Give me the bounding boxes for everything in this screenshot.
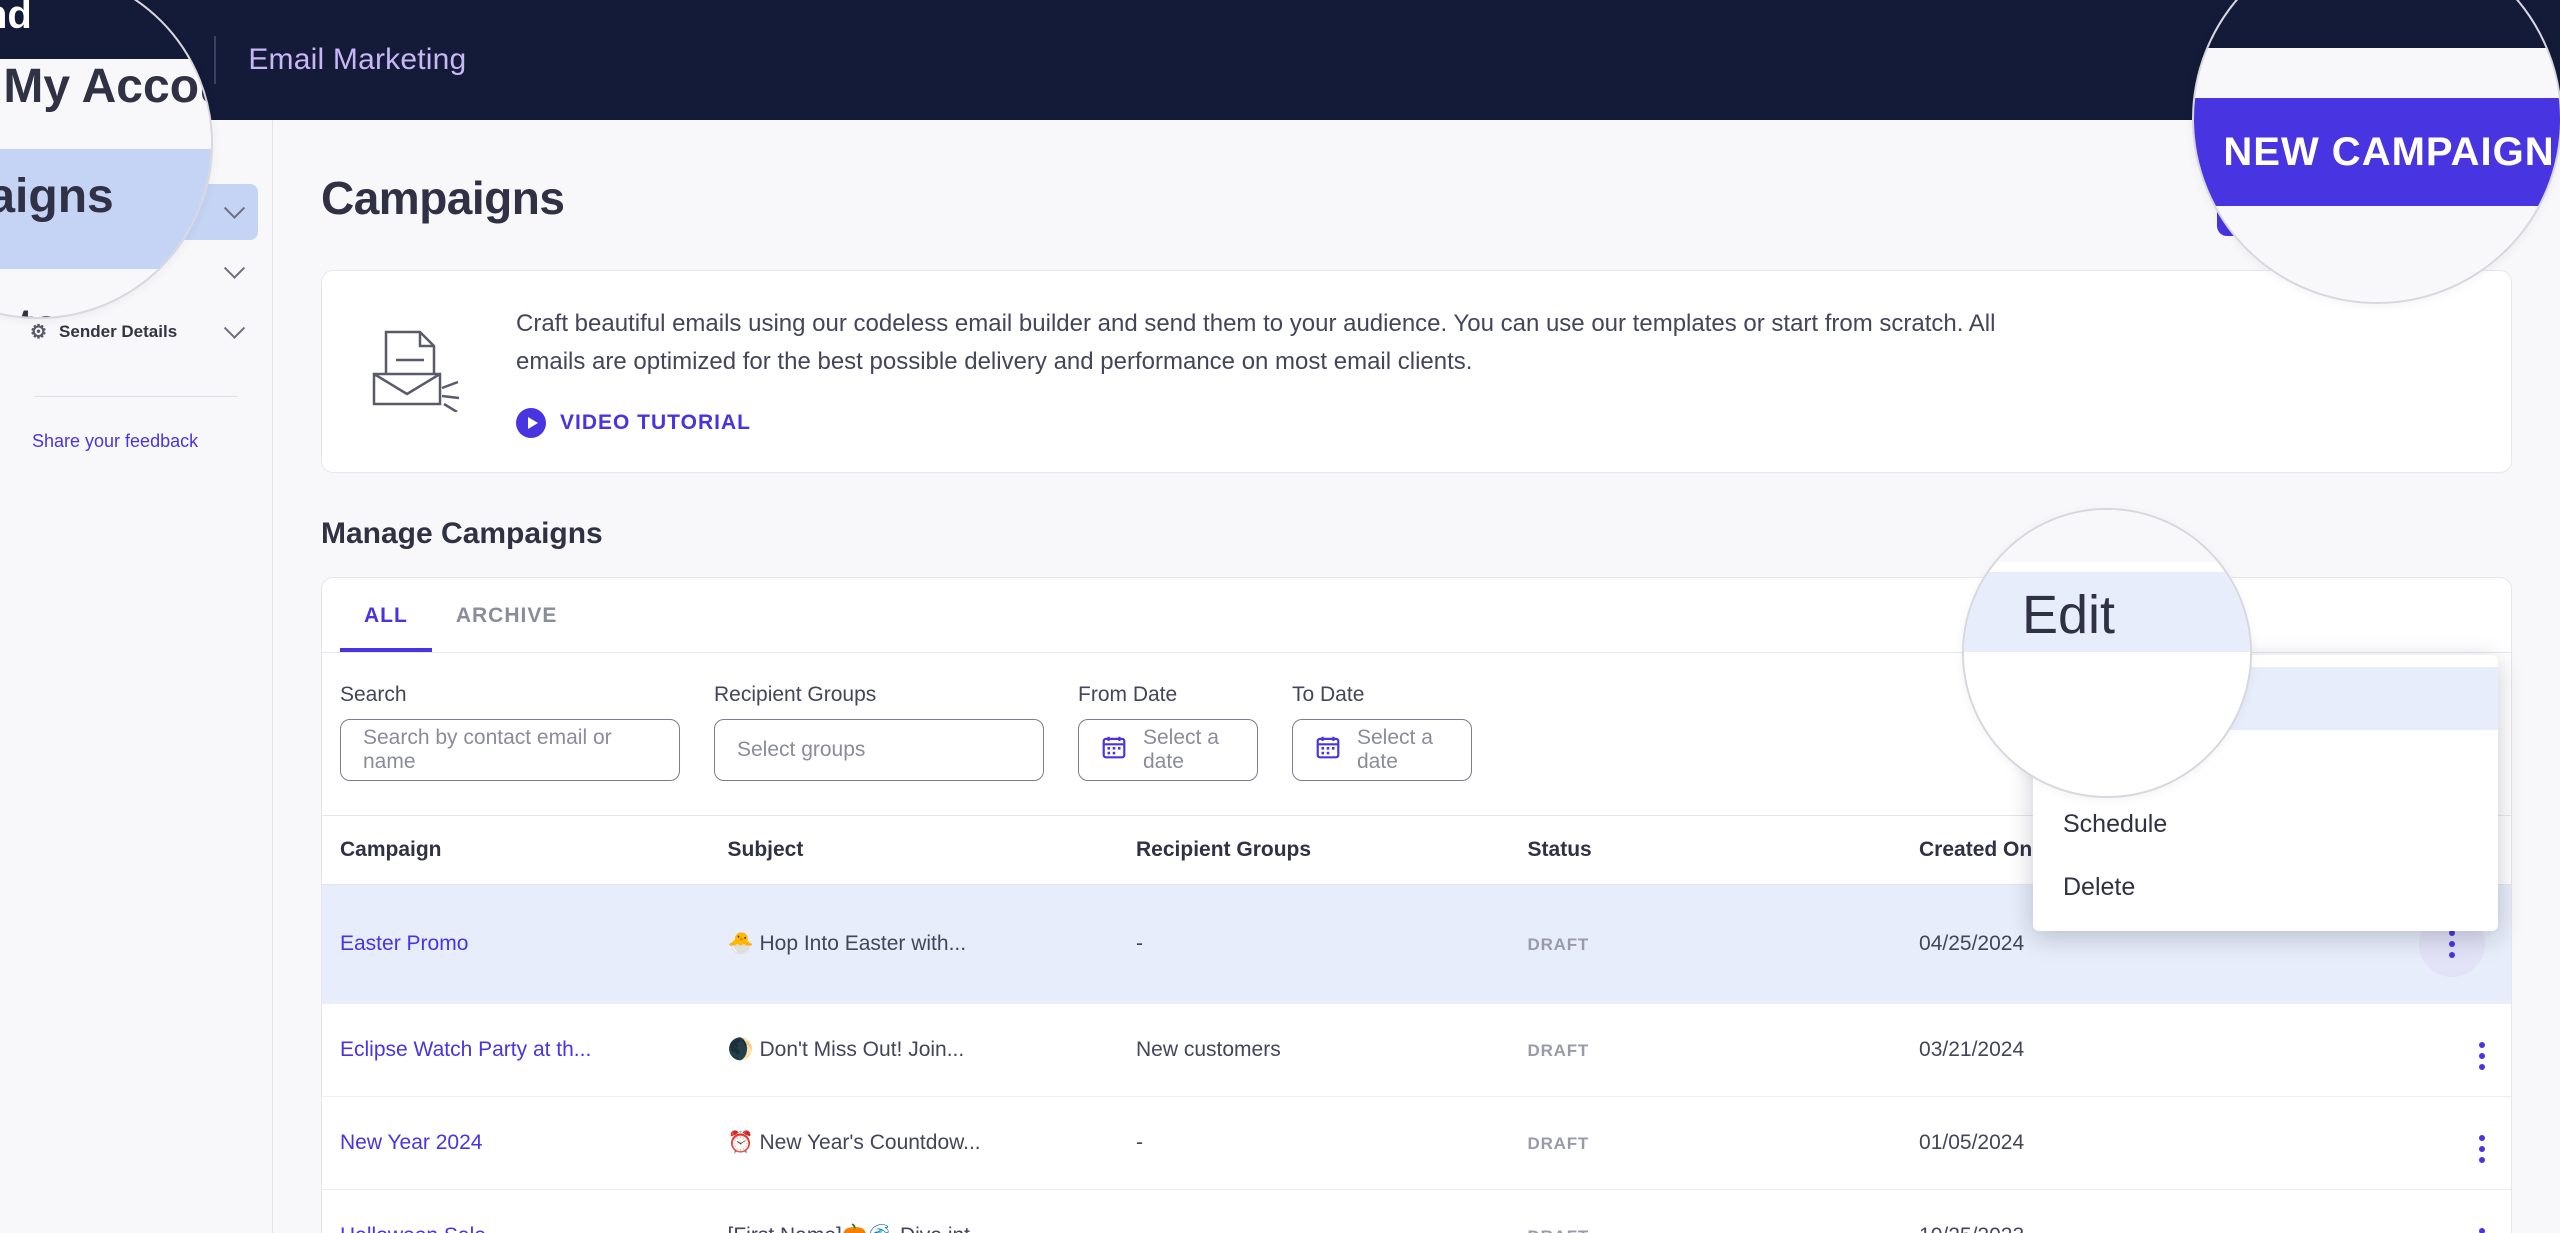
cell-status: DRAFT	[1513, 1189, 1906, 1233]
row-actions-button[interactable]	[2479, 1041, 2485, 1070]
lens-contacts-text: Contacts	[0, 299, 60, 317]
cell-subject: [First Name]🎃🌊 Dive int...	[713, 1189, 1123, 1233]
info-card: Craft beautiful emails using our codeles…	[321, 270, 2512, 473]
lens-account-link-text: Go To My Account	[0, 60, 211, 113]
tab-archive[interactable]: ARCHIVE	[432, 578, 582, 652]
row-actions-button[interactable]	[2479, 1134, 2485, 1163]
lens-menu-top-bg	[1964, 510, 2250, 562]
th-recipient-groups[interactable]: Recipient Groups	[1122, 814, 1514, 885]
cell-subject: 🐣 Hop Into Easter with...	[713, 884, 1123, 1004]
lens-topbar-bg	[0, 0, 211, 59]
cell-subject: 🌒 Don't Miss Out! Join...	[713, 1003, 1123, 1097]
email-builder-icon	[366, 326, 462, 417]
cell-created-on: 10/25/2023	[1905, 1189, 2331, 1233]
cell-campaign[interactable]: New Year 2024	[322, 1096, 714, 1190]
th-subject[interactable]: Subject	[713, 814, 1123, 885]
cell-recipient-groups: -	[1122, 884, 1514, 1004]
cell-recipient-groups: -	[1122, 1096, 1514, 1190]
page-title: Campaigns	[321, 172, 565, 224]
menu-item-schedule[interactable]: Schedule	[2033, 793, 2498, 856]
th-status[interactable]: Status	[1513, 814, 1906, 885]
cell-status: DRAFT	[1513, 1096, 1906, 1190]
cell-campaign[interactable]: Eclipse Watch Party at th...	[322, 1003, 714, 1097]
cell-actions	[2330, 1189, 2511, 1233]
cell-campaign[interactable]: Halloween Sale	[322, 1189, 714, 1233]
tab-all[interactable]: ALL	[340, 578, 432, 652]
info-card-body: Craft beautiful emails using our codeles…	[516, 305, 1995, 438]
to-date-placeholder: Select a date	[1357, 725, 1433, 773]
to-date-field-group: To Date Select a date	[1292, 683, 1472, 781]
video-tutorial-label: VIDEO TUTORIAL	[560, 410, 751, 434]
topbar-section-label: Email Marketing	[248, 43, 467, 76]
cell-recipient-groups: New customers	[1122, 1003, 1514, 1097]
kebab-menu-icon	[2449, 929, 2455, 958]
calendar-icon	[1315, 734, 1341, 765]
recipient-groups-label: Recipient Groups	[714, 682, 877, 706]
to-date-input[interactable]: Select a date	[1292, 718, 1472, 781]
sidebar-item-label: Sender Details	[59, 322, 178, 341]
recipient-groups-placeholder: Select groups	[737, 737, 866, 761]
cell-status: DRAFT	[1513, 1003, 1906, 1097]
table-body: Easter Promo 🐣 Hop Into Easter with... -…	[322, 884, 2511, 1233]
to-date-label: To Date	[1292, 682, 1365, 706]
cell-actions	[2330, 1096, 2511, 1190]
cell-created-on: 03/21/2024	[1905, 1003, 2331, 1097]
groups-field-group: Recipient Groups Select groups	[714, 683, 1044, 781]
table-row[interactable]: New Year 2024 ⏰ New Year's Countdow... -…	[322, 1096, 2511, 1190]
chevron-down-icon	[223, 197, 246, 219]
table-row[interactable]: Halloween Sale [First Name]🎃🌊 Dive int..…	[322, 1189, 2511, 1233]
chevron-down-icon	[223, 257, 246, 279]
status-badge: DRAFT	[1527, 934, 1590, 954]
lens-brand-name-tail: nd	[0, 0, 32, 37]
sidebar-feedback-link[interactable]: Share your feedback	[0, 397, 272, 486]
cell-created-on: 01/05/2024	[1905, 1096, 2331, 1190]
video-tutorial-link[interactable]: VIDEO TUTORIAL	[516, 407, 1995, 438]
info-card-line-2: emails are optimized for the best possib…	[516, 348, 1473, 376]
row-actions-button[interactable]	[2479, 1227, 2485, 1233]
cell-recipient-groups: -	[1122, 1189, 1514, 1233]
from-date-placeholder: Select a date	[1143, 725, 1219, 773]
search-placeholder: Search by contact email or name	[363, 725, 612, 773]
recipient-groups-select[interactable]: Select groups	[714, 718, 1044, 781]
cell-status: DRAFT	[1513, 884, 1906, 1004]
lens-new-campaign-label: NEW CAMPAIGN	[2194, 98, 2560, 206]
page-header: Campaigns NEW CAMPAIGN	[321, 160, 2512, 236]
magnifier-lens-new-campaign: C NEW CAMPAIGN	[2192, 0, 2560, 304]
lens-topbar-bg	[2194, 0, 2560, 48]
calendar-icon	[1101, 734, 1127, 765]
magnifier-lens-sidebar: X nd Go To My Account Campaigns Contacts	[0, 0, 213, 319]
from-date-field-group: From Date Select a date	[1078, 683, 1258, 781]
app-root: X Xtend Email Marketing C Go To My Accou…	[0, 0, 2560, 1233]
magnifier-lens-edit-menu: Edit	[1962, 508, 2252, 798]
status-badge: DRAFT	[1528, 1227, 1590, 1233]
search-field-group: Search Search by contact email or name	[340, 683, 680, 781]
lens-campaigns-text: Campaigns	[0, 170, 114, 223]
lens-edit-label: Edit	[2022, 585, 2116, 645]
cell-campaign[interactable]: Easter Promo	[322, 884, 714, 1004]
status-badge: DRAFT	[1527, 1133, 1590, 1153]
cell-subject: ⏰ New Year's Countdow...	[713, 1096, 1123, 1190]
gear-icon: ⚙	[30, 321, 48, 343]
from-date-label: From Date	[1078, 682, 1178, 706]
status-badge: DRAFT	[1527, 1040, 1590, 1060]
th-campaign[interactable]: Campaign	[322, 814, 714, 885]
table-row[interactable]: Eclipse Watch Party at th... 🌒 Don't Mis…	[322, 1003, 2511, 1097]
info-card-line-1: Craft beautiful emails using our codeles…	[516, 310, 1996, 337]
search-label: Search	[340, 682, 407, 706]
topbar-divider	[214, 36, 217, 84]
play-icon	[516, 407, 546, 438]
top-bar: X Xtend Email Marketing C	[0, 0, 2560, 120]
menu-item-delete[interactable]: Delete	[2033, 856, 2498, 919]
cell-actions	[2330, 1003, 2511, 1097]
from-date-input[interactable]: Select a date	[1078, 718, 1258, 781]
search-input[interactable]: Search by contact email or name	[340, 718, 680, 781]
chevron-down-icon	[223, 317, 246, 339]
sidebar-item-label-wrap: ⚙ Sender Details	[30, 321, 177, 344]
